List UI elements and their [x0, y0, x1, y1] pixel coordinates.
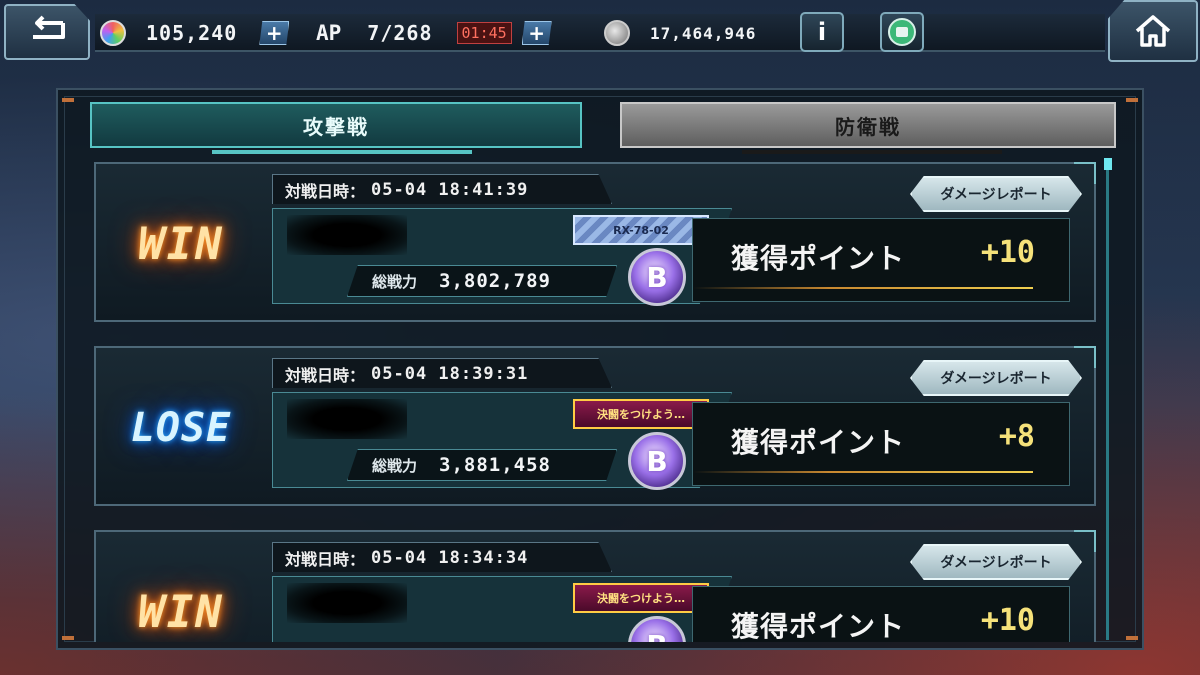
points-earned: 獲得ポイント +8	[692, 402, 1070, 486]
rank-letter: B	[646, 260, 668, 294]
title-badge: 決闘をつけよう…	[573, 583, 709, 613]
result-indicator: WIN	[106, 546, 256, 642]
points-label: 獲得ポイント	[731, 610, 906, 642]
date-label: 対戦日時：	[285, 181, 366, 201]
scrollbar[interactable]	[1106, 160, 1109, 640]
tab-attack-label: 攻撃戦	[303, 114, 369, 139]
card-corner	[1074, 530, 1096, 552]
battle-history-panel: 攻撃戦 防衛戦 WIN 対戦日時： 05-04 18:41:39 ダメージレポー…	[56, 88, 1144, 650]
points-earned: 獲得ポイント +10	[692, 218, 1070, 302]
damage-report-button[interactable]: ダメージレポート	[910, 544, 1082, 580]
battle-date: 対戦日時： 05-04 18:34:34	[272, 542, 612, 572]
gem-value: 105,240	[146, 21, 238, 45]
add-ap-button[interactable]: +	[521, 21, 552, 45]
corner-mark	[1126, 98, 1138, 102]
corner-mark	[1126, 636, 1138, 640]
ap-label: AP	[316, 21, 342, 45]
gem-counter: 105,240 +	[100, 18, 290, 48]
card-corner	[1074, 346, 1096, 368]
home-icon	[1135, 15, 1171, 47]
date-value: 05-04 18:34:34	[371, 547, 529, 568]
points-value: +10	[980, 235, 1035, 270]
top-bar: 105,240 + AP 7/268 01:45 + 17,464,946 i	[0, 0, 1200, 62]
battle-date: 対戦日時： 05-04 18:39:31	[272, 358, 612, 388]
points-value: +10	[980, 603, 1035, 638]
ap-counter: AP 7/268 01:45 +	[316, 18, 552, 48]
battle-date: 対戦日時： 05-04 18:41:39	[272, 174, 612, 204]
back-arrow-icon	[33, 15, 65, 39]
result-indicator: WIN	[106, 178, 256, 310]
ap-timer: 01:45	[456, 22, 512, 44]
battle-list[interactable]: WIN 対戦日時： 05-04 18:41:39 ダメージレポート RX-78-…	[94, 162, 1096, 642]
opponent-name-redacted	[287, 583, 407, 623]
points-value: +8	[998, 419, 1035, 454]
tab-underline	[212, 150, 472, 154]
title-badge-text: 決闘をつけよう…	[597, 408, 685, 421]
globe-icon	[888, 18, 916, 46]
tab-defense-label: 防衛戦	[835, 114, 901, 139]
add-gems-button[interactable]: +	[259, 21, 290, 45]
date-label: 対戦日時：	[285, 549, 366, 569]
rank-letter: B	[646, 629, 667, 643]
date-label: 対戦日時：	[285, 365, 366, 385]
damage-report-label: ダメージレポート	[940, 187, 1052, 203]
battle-card: WIN 対戦日時： 05-04 18:41:39 ダメージレポート RX-78-…	[94, 162, 1096, 322]
card-corner	[1074, 162, 1096, 184]
result-text: WIN	[138, 586, 224, 638]
back-button[interactable]	[4, 4, 90, 60]
damage-report-label: ダメージレポート	[940, 555, 1052, 571]
battle-card: WIN 対戦日時： 05-04 18:34:34 ダメージレポート 決闘をつけよ…	[94, 530, 1096, 642]
power-value: 3,881,458	[439, 454, 551, 476]
rank-letter: B	[646, 444, 668, 478]
info-button[interactable]: i	[800, 12, 844, 52]
points-earned: 獲得ポイント +10	[692, 586, 1070, 642]
rank-badge-icon: B	[628, 432, 686, 490]
damage-report-label: ダメージレポート	[940, 371, 1052, 387]
damage-report-button[interactable]: ダメージレポート	[910, 176, 1082, 212]
tab-attack[interactable]: 攻撃戦	[90, 102, 582, 154]
tab-underline	[742, 150, 1002, 154]
title-badge-text: RX-78-02	[613, 223, 669, 237]
coin-icon	[604, 20, 630, 46]
damage-report-button[interactable]: ダメージレポート	[910, 360, 1082, 396]
opponent-name-redacted	[287, 399, 407, 439]
title-badge-text: 決闘をつけよう…	[597, 592, 685, 605]
total-power: 総戦力 3,881,458	[347, 449, 617, 481]
total-power: 総戦力 3,802,789	[347, 265, 617, 297]
date-value: 05-04 18:41:39	[371, 179, 529, 200]
title-badge: 決闘をつけよう…	[573, 399, 709, 429]
opponent-name-redacted	[287, 215, 407, 255]
date-value: 05-04 18:39:31	[371, 363, 529, 384]
power-value: 3,802,789	[439, 270, 551, 292]
title-badge: RX-78-02	[573, 215, 709, 245]
ap-value: 7/268	[367, 21, 433, 45]
rank-badge-icon: B	[628, 248, 686, 306]
points-label: 獲得ポイント	[731, 426, 906, 459]
gem-icon	[100, 20, 126, 46]
battle-card: LOSE 対戦日時： 05-04 18:39:31 ダメージレポート 決闘をつけ…	[94, 346, 1096, 506]
points-label: 獲得ポイント	[731, 242, 906, 275]
power-label: 総戦力	[372, 272, 418, 291]
corner-mark	[62, 636, 74, 640]
coin-counter: 17,464,946	[604, 18, 756, 48]
tab-defense[interactable]: 防衛戦	[620, 102, 1116, 154]
result-text: LOSE	[130, 405, 232, 451]
result-indicator: LOSE	[106, 362, 256, 494]
info-icon: i	[817, 18, 827, 46]
scrollbar-thumb[interactable]	[1104, 158, 1112, 170]
corner-mark	[62, 98, 74, 102]
power-label: 総戦力	[372, 456, 418, 475]
points-underline	[693, 471, 1033, 473]
globe-button[interactable]	[880, 12, 924, 52]
points-underline	[693, 287, 1033, 289]
result-text: WIN	[138, 218, 224, 270]
home-button[interactable]	[1108, 0, 1198, 62]
coin-value: 17,464,946	[650, 23, 757, 43]
